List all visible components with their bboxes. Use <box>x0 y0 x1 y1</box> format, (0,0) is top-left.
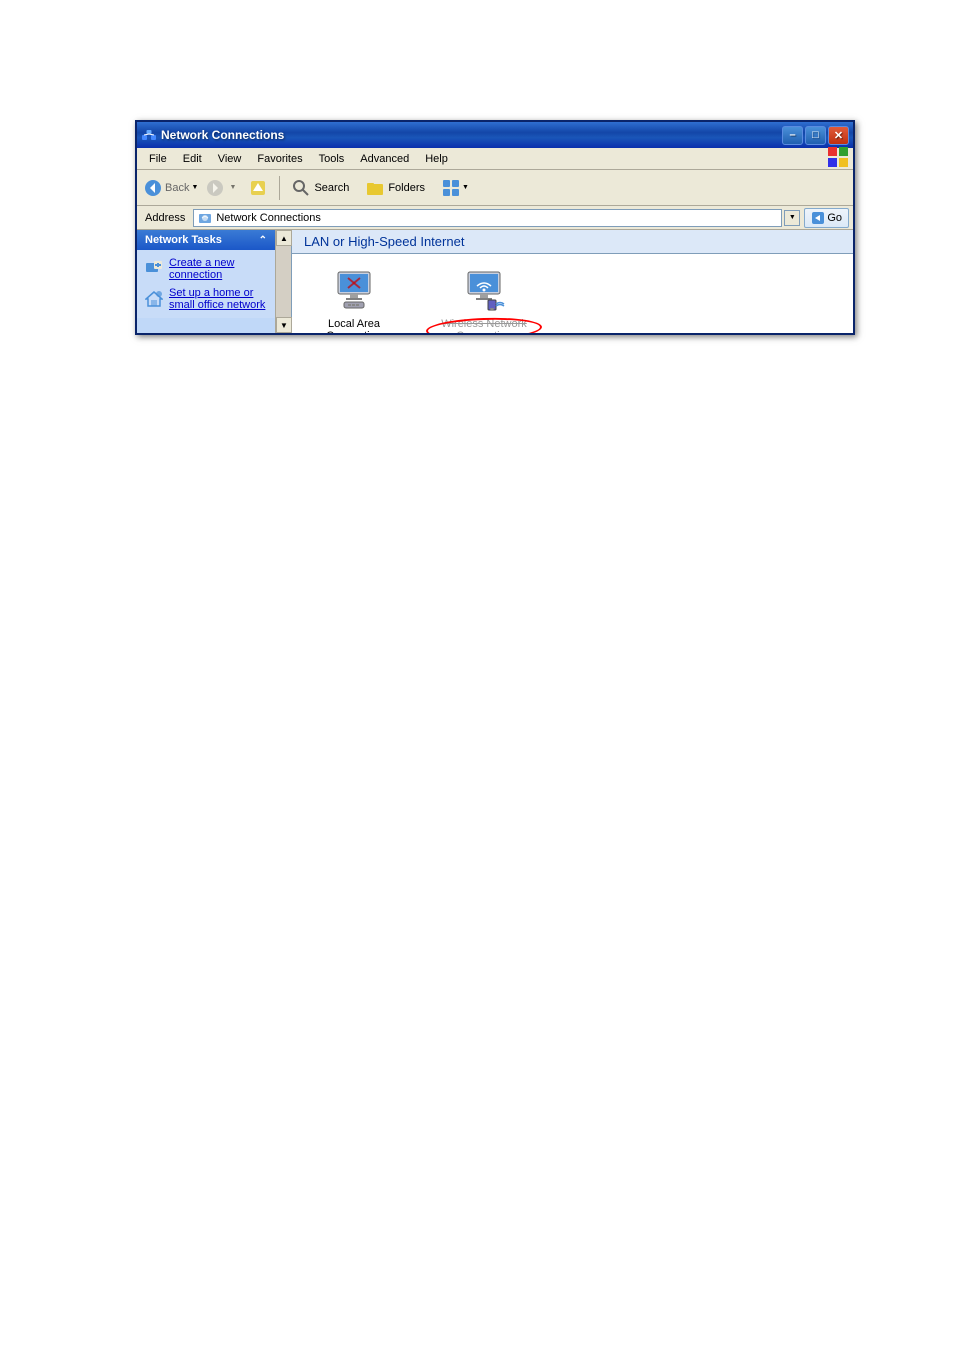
sidebar-section-header[interactable]: Network Tasks ⌃ <box>137 230 275 250</box>
toolbar-separator-1 <box>279 176 280 200</box>
wireless-connection-item[interactable]: Wireless Network Connection Authenticati… <box>434 266 534 333</box>
back-nav: Back ▼ <box>141 174 201 202</box>
address-dropdown-button[interactable]: ▼ <box>784 210 800 226</box>
wireless-name: Wireless Network Connection <box>434 318 534 333</box>
window-title: Network Connections <box>161 128 782 142</box>
network-tasks-section: Network Tasks ⌃ <box>137 230 275 318</box>
scroll-track[interactable] <box>276 246 291 317</box>
up-icon <box>248 178 268 198</box>
sidebar: Network Tasks ⌃ <box>137 230 292 333</box>
lan-name: Local Area Connection <box>304 318 404 333</box>
create-connection-label: Create a new connection <box>169 257 267 281</box>
forward-dropdown[interactable]: ▼ <box>227 174 239 202</box>
menu-advanced[interactable]: Advanced <box>352 151 417 167</box>
window-controls: – □ ✕ <box>782 126 849 145</box>
up-button[interactable] <box>241 174 275 202</box>
address-bar: Address Network Connections ▼ Go <box>137 206 853 230</box>
new-connection-icon <box>145 260 163 278</box>
sidebar-section-content: Create a new connection Set up a home o <box>137 250 275 318</box>
address-field[interactable]: Network Connections <box>193 209 782 227</box>
home-network-label: Set up a home or small office network <box>169 287 267 311</box>
home-network-icon <box>145 290 163 308</box>
lan-section-header: LAN or High-Speed Internet <box>292 230 853 254</box>
wireless-icon <box>460 266 508 314</box>
back-button[interactable] <box>141 174 165 202</box>
lan-icon <box>330 266 378 314</box>
windows-flag-area <box>827 146 849 171</box>
views-button[interactable]: ▼ <box>434 174 476 202</box>
sidebar-item-create-connection[interactable]: Create a new connection <box>141 254 271 284</box>
main-content: LAN or High-Speed Internet <box>292 230 853 333</box>
close-button[interactable]: ✕ <box>828 126 849 145</box>
maximize-button[interactable]: □ <box>805 126 826 145</box>
forward-nav: ▼ <box>203 174 239 202</box>
folders-label: Folders <box>388 182 425 194</box>
scroll-up-button[interactable]: ▲ <box>276 230 292 246</box>
search-icon <box>291 178 311 198</box>
back-dropdown[interactable]: ▼ <box>189 174 201 202</box>
connections-grid: Local Area Connection Disabled D-Link DF… <box>292 254 853 333</box>
minimize-button[interactable]: – <box>782 126 803 145</box>
address-value: Network Connections <box>216 212 777 224</box>
folders-button[interactable]: Folders <box>358 174 432 202</box>
back-label: Back <box>165 182 189 194</box>
sidebar-section-title: Network Tasks <box>145 234 222 246</box>
menu-bar: File Edit View Favorites Tools Advanced … <box>137 148 853 170</box>
search-label: Search <box>314 182 349 194</box>
folders-icon <box>365 178 385 198</box>
sidebar-collapse-icon: ⌃ <box>259 235 267 246</box>
go-button[interactable]: Go <box>804 208 849 228</box>
menu-file[interactable]: File <box>141 151 175 167</box>
menu-help[interactable]: Help <box>417 151 456 167</box>
window-icon <box>141 127 157 143</box>
go-label: Go <box>827 212 842 224</box>
menu-favorites[interactable]: Favorites <box>249 151 310 167</box>
scroll-down-button[interactable]: ▼ <box>276 317 292 333</box>
sidebar-item-home-network[interactable]: Set up a home or small office network <box>141 284 271 314</box>
content-area: Network Tasks ⌃ <box>137 230 853 333</box>
lan-connection-item[interactable]: Local Area Connection Disabled D-Link DF… <box>304 266 404 333</box>
sidebar-scrollbar: ▲ ▼ <box>275 230 291 333</box>
menu-tools[interactable]: Tools <box>311 151 353 167</box>
forward-button[interactable] <box>203 174 227 202</box>
title-bar: Network Connections – □ ✕ <box>137 122 853 148</box>
desktop: Network Connections – □ ✕ File Edit View… <box>0 0 954 1351</box>
address-label: Address <box>141 210 189 226</box>
menu-view[interactable]: View <box>210 151 250 167</box>
search-button[interactable]: Search <box>284 174 356 202</box>
toolbar: Back ▼ ▼ <box>137 170 853 206</box>
views-icon <box>441 178 461 198</box>
network-connections-window: Network Connections – □ ✕ File Edit View… <box>135 120 855 335</box>
menu-edit[interactable]: Edit <box>175 151 210 167</box>
